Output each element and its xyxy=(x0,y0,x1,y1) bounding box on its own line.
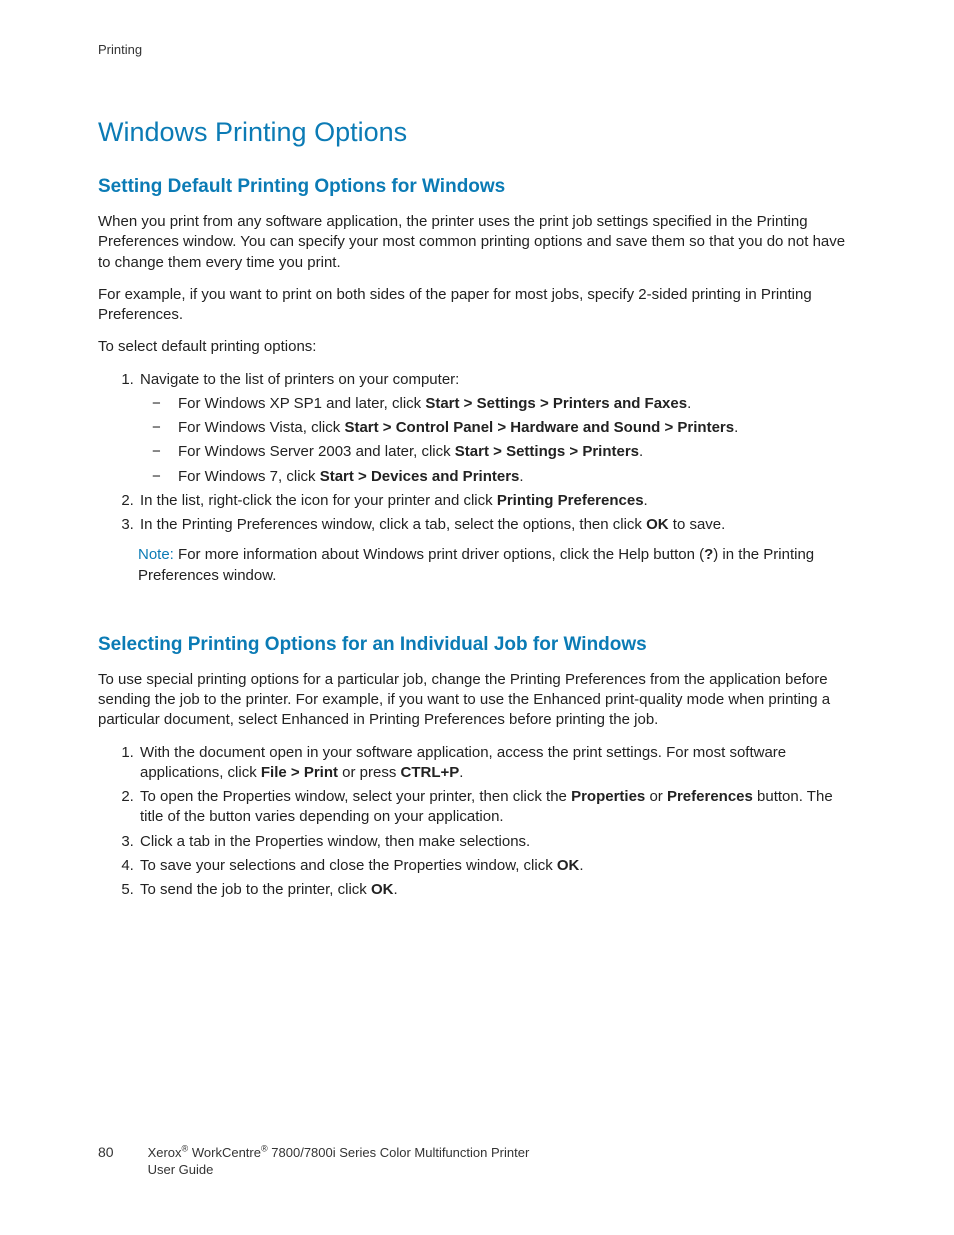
ordered-list: Navigate to the list of printers on your… xyxy=(98,370,856,536)
list-item: To save your selections and close the Pr… xyxy=(138,856,856,876)
list-item: In the Printing Preferences window, clic… xyxy=(138,515,856,535)
page-number: 80 xyxy=(98,1144,114,1160)
list-item: With the document open in your software … xyxy=(138,743,856,784)
step-text: Navigate to the list of printers on your… xyxy=(140,371,459,388)
list-item: For Windows XP SP1 and later, click Star… xyxy=(178,394,856,414)
list-item: To open the Properties window, select yo… xyxy=(138,787,856,828)
list-item: To send the job to the printer, click OK… xyxy=(138,880,856,900)
list-item: For Windows Server 2003 and later, click… xyxy=(178,442,856,462)
list-item: Navigate to the list of printers on your… xyxy=(138,370,856,487)
ordered-list: With the document open in your software … xyxy=(98,743,856,901)
paragraph: To use special printing options for a pa… xyxy=(98,670,856,731)
list-item: Click a tab in the Properties window, th… xyxy=(138,832,856,852)
note: Note: For more information about Windows… xyxy=(138,545,856,586)
section-heading-2: Selecting Printing Options for an Indivi… xyxy=(98,634,856,656)
list-item: For Windows Vista, click Start > Control… xyxy=(178,418,856,438)
document-page: Printing Windows Printing Options Settin… xyxy=(0,0,954,1235)
page-title: Windows Printing Options xyxy=(98,117,856,148)
list-item: For Windows 7, click Start > Devices and… xyxy=(178,467,856,487)
page-footer: 80 Xerox® WorkCentre® 7800/7800i Series … xyxy=(98,1144,529,1179)
footer-text: Xerox® WorkCentre® 7800/7800i Series Col… xyxy=(148,1144,530,1179)
paragraph: When you print from any software applica… xyxy=(98,212,856,273)
note-label: Note: xyxy=(138,546,174,563)
paragraph: To select default printing options: xyxy=(98,337,856,357)
section-heading-1: Setting Default Printing Options for Win… xyxy=(98,176,856,198)
running-header: Printing xyxy=(98,42,856,57)
sub-list: For Windows XP SP1 and later, click Star… xyxy=(140,394,856,487)
paragraph: For example, if you want to print on bot… xyxy=(98,285,856,326)
list-item: In the list, right-click the icon for yo… xyxy=(138,491,856,511)
